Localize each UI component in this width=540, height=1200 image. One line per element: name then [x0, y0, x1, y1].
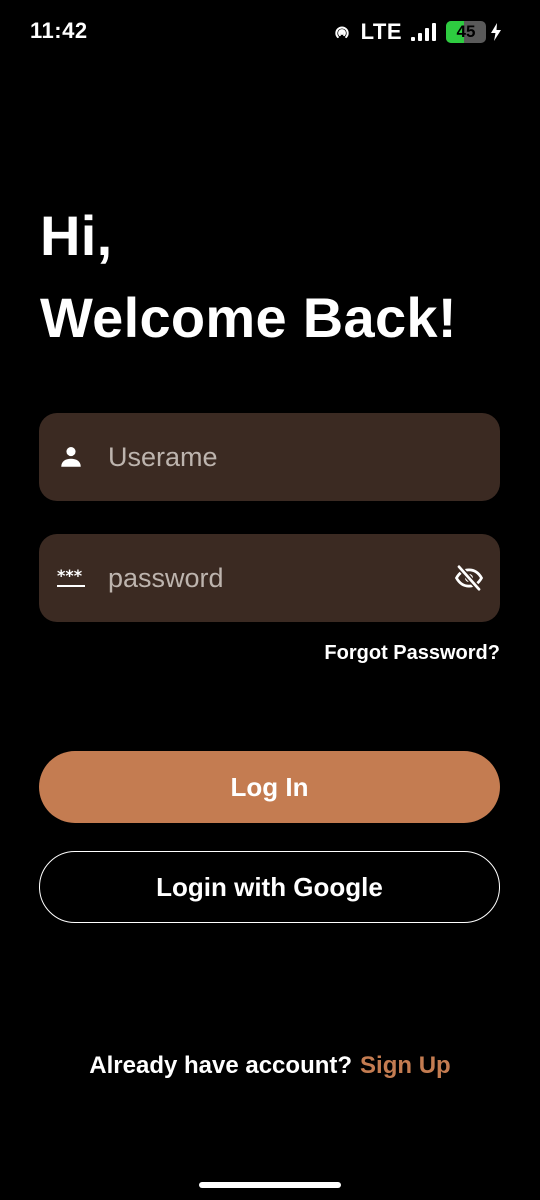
- charging-icon: [491, 23, 502, 41]
- eye-off-icon[interactable]: [454, 563, 484, 593]
- login-button[interactable]: Log In: [39, 751, 500, 823]
- hotspot-icon: [331, 21, 353, 43]
- username-input[interactable]: [108, 413, 428, 501]
- signup-prompt: Already have account?: [89, 1052, 353, 1079]
- forgot-password-link[interactable]: Forgot Password?: [324, 642, 500, 665]
- svg-text:***: ***: [57, 566, 83, 585]
- home-indicator[interactable]: [199, 1182, 341, 1188]
- signal-icon: [410, 22, 438, 42]
- username-field[interactable]: [39, 413, 500, 501]
- greeting-subtitle: Welcome Back!: [40, 286, 457, 349]
- battery-level: 45: [456, 22, 476, 41]
- signup-row: Already have account? Sign Up: [0, 1052, 540, 1080]
- password-dots-icon: ***: [56, 565, 86, 591]
- password-input[interactable]: [108, 534, 428, 622]
- signup-link[interactable]: Sign Up: [360, 1052, 451, 1079]
- greeting-title: Hi,: [40, 204, 113, 267]
- status-time: 11:42: [30, 18, 88, 43]
- status-bar: 11:42 LTE 45: [0, 0, 540, 64]
- person-icon: [58, 444, 84, 470]
- google-login-button[interactable]: Login with Google: [39, 851, 500, 923]
- password-field[interactable]: ***: [39, 534, 500, 622]
- status-indicators: LTE 45: [331, 18, 502, 46]
- battery-icon: 45: [446, 21, 486, 43]
- network-type: LTE: [360, 19, 402, 44]
